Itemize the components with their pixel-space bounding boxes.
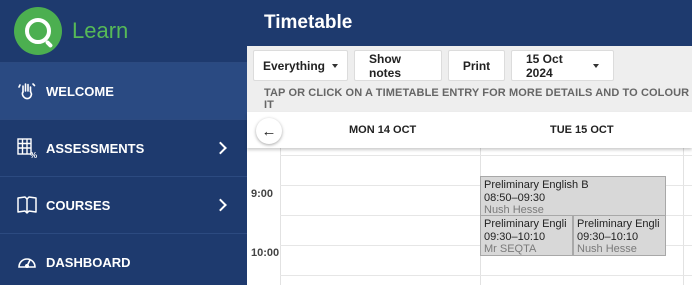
sidebar-item-label: COURSES	[46, 197, 111, 213]
sidebar-item-dashboard[interactable]: DASHBOARD	[0, 233, 247, 285]
sidebar-item-welcome[interactable]: WELCOME	[0, 62, 247, 119]
arrow-left-icon: ←	[261, 122, 277, 140]
entry-subject: Preliminary Engli	[577, 218, 660, 230]
gauge-icon	[16, 251, 38, 273]
page-title: Timetable	[264, 12, 353, 33]
chevron-right-icon	[214, 198, 227, 212]
day-label-mon: MON 14 OCT	[349, 124, 417, 136]
filter-dropdown-label: Everything	[263, 58, 326, 73]
sidebar-item-courses[interactable]: COURSES	[0, 176, 247, 233]
timetable-hint: TAP OR CLICK ON A TIMETABLE ENTRY FOR MO…	[247, 85, 692, 112]
entry-subject: Preliminary English B	[484, 179, 589, 191]
toolbar: Everything Show notes Print 15 Oct 2024	[247, 46, 692, 85]
date-picker-label: 15 Oct 2024	[526, 51, 563, 80]
entry-time: 09:30–10:10	[577, 230, 639, 243]
sidebar: Learn WELCOME % ASSESSMENTS COURSES DASH…	[0, 0, 247, 285]
wave-hand-icon	[16, 80, 38, 102]
entry-time: 09:30–10:10	[484, 230, 546, 243]
filter-dropdown[interactable]: Everything	[253, 50, 348, 81]
entry-teacher: Mr SEQTA	[484, 243, 537, 255]
entry-teacher: Nush Hesse	[577, 243, 637, 255]
page-title-bar: Timetable	[247, 0, 692, 46]
grid-column-divider	[683, 148, 684, 285]
time-label: 9:00	[251, 188, 274, 200]
show-notes-button[interactable]: Show notes	[354, 50, 442, 81]
sidebar-item-label: DASHBOARD	[46, 254, 131, 270]
brand-name: Learn	[72, 18, 129, 43]
caret-down-icon	[332, 63, 339, 68]
day-header: ← MON 14 OCT TUE 15 OCT	[247, 112, 692, 148]
caret-down-icon	[593, 63, 599, 68]
assessment-grid-icon: %	[16, 137, 38, 159]
grid-row-line	[280, 275, 692, 276]
book-icon	[16, 194, 38, 216]
brand[interactable]: Learn	[0, 0, 247, 62]
sidebar-item-label: ASSESSMENTS	[46, 140, 145, 156]
timetable-grid: 9:00 10:00 Preliminary English B 08:50–0…	[247, 148, 692, 285]
timetable-entry[interactable]: Preliminary Engli 09:30–10:10 Nush Hesse	[573, 215, 666, 256]
print-button[interactable]: Print	[448, 50, 505, 81]
timetable-entry[interactable]: Preliminary English B 08:50–09:30 Nush H…	[480, 176, 666, 216]
entry-time: 08:50–09:30	[484, 191, 546, 204]
previous-day-button[interactable]: ←	[256, 118, 282, 144]
learn-logo-icon	[14, 7, 62, 55]
grid-row-line	[280, 155, 692, 156]
date-picker[interactable]: 15 Oct 2024	[511, 50, 614, 81]
grid-column-divider	[280, 148, 281, 285]
svg-text:%: %	[30, 151, 37, 159]
timetable-entry[interactable]: Preliminary Engli 09:30–10:10 Mr SEQTA	[480, 215, 573, 256]
sidebar-item-assessments[interactable]: % ASSESSMENTS	[0, 119, 247, 176]
chevron-right-icon	[214, 141, 227, 155]
day-label-tue: TUE 15 OCT	[550, 124, 614, 136]
sidebar-item-label: WELCOME	[46, 83, 114, 99]
entry-subject: Preliminary Engli	[484, 218, 567, 230]
time-label: 10:00	[251, 247, 280, 259]
